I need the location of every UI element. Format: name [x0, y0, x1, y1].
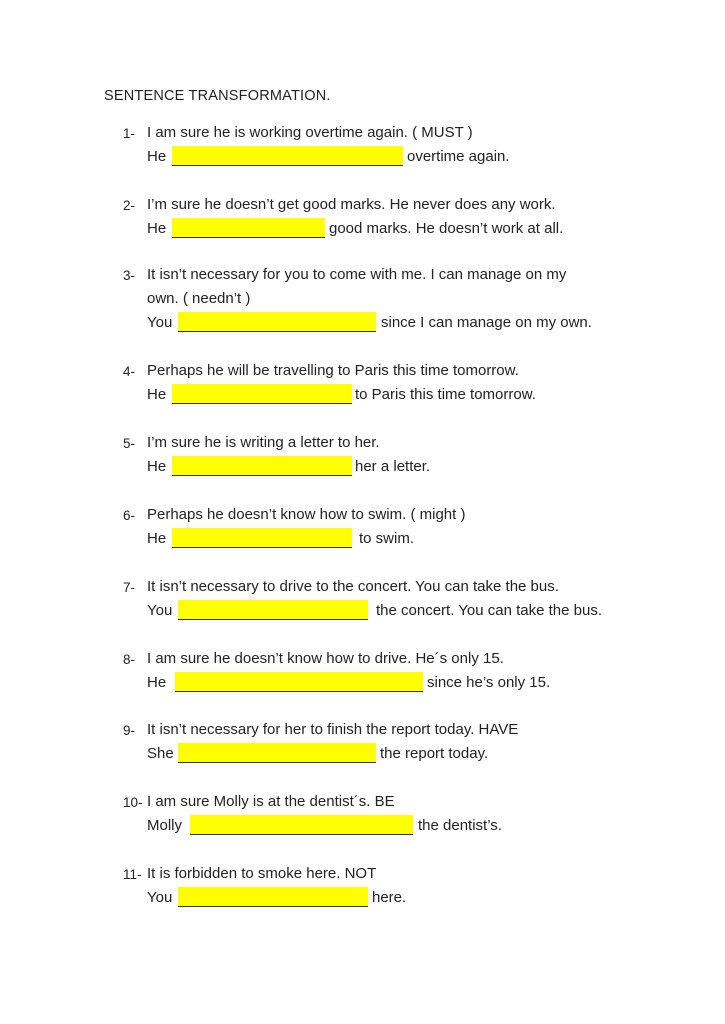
answer-subject: She: [147, 745, 174, 762]
prompt-sentence: I’m sure he is writing a letter to her.: [147, 434, 380, 451]
prompt-sentence: I am sure Molly is at the dentist´s. BE: [147, 793, 395, 810]
exercise-number: 9-: [123, 723, 136, 738]
exercise-number: 3-: [123, 268, 136, 283]
prompt-sentence: It is forbidden to smoke here. NOT: [147, 865, 377, 882]
answer-continuation: to Paris this time tomorrow.: [355, 386, 536, 403]
answer-blank[interactable]: [178, 887, 368, 907]
worksheet-title: SENTENCE TRANSFORMATION.: [104, 88, 331, 104]
prompt-sentence: I am sure he is working overtime again. …: [147, 124, 473, 141]
prompt-sentence: It isn’t necessary for her to finish the…: [147, 721, 519, 738]
answer-continuation: the dentist’s.: [418, 817, 502, 834]
prompt-sentence: own. ( needn’t ): [147, 290, 251, 307]
answer-subject: He: [147, 458, 167, 475]
answer-blank[interactable]: [175, 672, 423, 692]
answer-blank[interactable]: [178, 312, 376, 332]
answer-continuation: the report today.: [380, 745, 489, 762]
answer-blank[interactable]: [190, 815, 413, 835]
answer-blank[interactable]: [178, 600, 368, 620]
answer-subject: Molly: [147, 817, 183, 834]
answer-blank[interactable]: [172, 146, 403, 166]
prompt-sentence: I’m sure he doesn’t get good marks. He n…: [147, 196, 556, 213]
prompt-sentence: Perhaps he doesn’t know how to swim. ( m…: [147, 506, 466, 523]
exercise-number: 1-: [123, 126, 136, 141]
answer-subject: He: [147, 674, 167, 691]
answer-continuation: since I can manage on my own.: [381, 314, 592, 331]
answer-subject: He: [147, 530, 167, 547]
prompt-sentence: I am sure he doesn’t know how to drive. …: [147, 650, 504, 667]
exercise-number: 6-: [123, 508, 136, 523]
exercise-number: 4-: [123, 364, 136, 379]
answer-subject: He: [147, 148, 167, 165]
answer-continuation: her a letter.: [355, 458, 431, 475]
answer-blank[interactable]: [172, 384, 352, 404]
answer-continuation: since he’s only 15.: [427, 674, 551, 691]
answer-continuation: here.: [372, 889, 407, 906]
prompt-sentence: It isn’t necessary for you to come with …: [147, 266, 567, 283]
exercise-number: 8-: [123, 652, 136, 667]
exercise-number: 7-: [123, 580, 136, 595]
prompt-sentence: It isn’t necessary to drive to the conce…: [147, 578, 559, 595]
exercise-number: 10-: [123, 795, 143, 810]
answer-subject: He: [147, 386, 167, 403]
answer-blank[interactable]: [172, 528, 352, 548]
answer-blank[interactable]: [172, 218, 325, 238]
answer-subject: You: [147, 889, 173, 906]
answer-subject: You: [147, 314, 173, 331]
answer-blank[interactable]: [178, 743, 376, 763]
prompt-sentence: Perhaps he will be travelling to Paris t…: [147, 362, 519, 379]
answer-subject: You: [147, 602, 173, 619]
answer-continuation: good marks. He doesn’t work at all.: [329, 220, 564, 237]
answer-continuation: to swim.: [359, 530, 415, 547]
exercise-number: 5-: [123, 436, 136, 451]
exercise-number: 2-: [123, 198, 136, 213]
answer-continuation: the concert. You can take the bus.: [376, 602, 602, 619]
answer-blank[interactable]: [172, 456, 352, 476]
answer-continuation: overtime again.: [407, 148, 510, 165]
answer-subject: He: [147, 220, 167, 237]
exercise-number: 11-: [123, 867, 142, 882]
